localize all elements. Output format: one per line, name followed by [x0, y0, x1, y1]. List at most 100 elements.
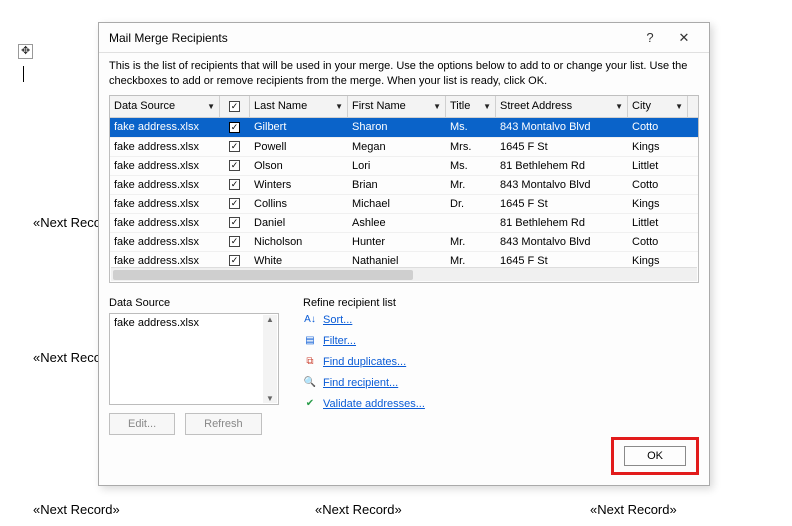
filter-icon: ▤ — [303, 334, 317, 348]
cell-title: Dr. — [446, 198, 496, 210]
cell-city: Kings — [628, 141, 688, 153]
mail-merge-recipients-dialog: Mail Merge Recipients ? ✕ This is the li… — [98, 22, 710, 486]
chevron-down-icon[interactable]: ▼ — [433, 102, 441, 111]
cell-checkbox[interactable]: ✓ — [220, 179, 250, 190]
cell-street-address: 81 Bethlehem Rd — [496, 217, 628, 229]
cell-data-source: fake address.xlsx — [110, 255, 220, 267]
cell-data-source: fake address.xlsx — [110, 236, 220, 248]
col-label: First Name — [352, 100, 406, 112]
table-row[interactable]: fake address.xlsx✓WintersBrianMr.843 Mon… — [110, 175, 698, 194]
cell-data-source: fake address.xlsx — [110, 198, 220, 210]
find-recipient-link[interactable]: Find recipient... — [323, 377, 398, 389]
cell-first-name: Megan — [348, 141, 446, 153]
cell-checkbox[interactable]: ✓ — [220, 236, 250, 247]
cell-city: Cotto — [628, 236, 688, 248]
checkbox-icon: ✓ — [229, 160, 240, 171]
recipients-grid: Data Source ▼ ✓ Last Name ▼ First Name ▼ Ti… — [109, 95, 699, 283]
grid-body: fake address.xlsx✓GilbertSharonMs.843 Mo… — [110, 118, 698, 270]
cell-title: Ms. — [446, 160, 496, 172]
cell-last-name: Olson — [250, 160, 348, 172]
cell-last-name: Powell — [250, 141, 348, 153]
cell-street-address: 843 Montalvo Blvd — [496, 179, 628, 191]
cell-last-name: White — [250, 255, 348, 267]
cell-data-source: fake address.xlsx — [110, 121, 220, 133]
col-last-name[interactable]: Last Name ▼ — [250, 96, 348, 117]
cell-checkbox[interactable]: ✓ — [220, 255, 250, 266]
cell-city: Cotto — [628, 179, 688, 191]
cell-last-name: Daniel — [250, 217, 348, 229]
cell-last-name: Collins — [250, 198, 348, 210]
merge-field: «Next Record» — [590, 502, 677, 517]
data-source-panel: Data Source fake address.xlsx ▲▼ Edit...… — [109, 297, 279, 435]
cell-city: Littlet — [628, 160, 688, 172]
dialog-title: Mail Merge Recipients — [109, 31, 633, 45]
chevron-up-icon: ▲ — [266, 315, 274, 324]
cell-street-address: 1645 F St — [496, 255, 628, 267]
filter-link[interactable]: Filter... — [323, 335, 356, 347]
validate-addresses-link[interactable]: Validate addresses... — [323, 398, 425, 410]
checkbox-icon: ✓ — [229, 255, 240, 266]
merge-field: «Next Record» — [315, 502, 402, 517]
col-label: Last Name — [254, 100, 307, 112]
cell-data-source: fake address.xlsx — [110, 217, 220, 229]
scroll-thumb[interactable] — [113, 270, 413, 280]
col-check-all[interactable]: ✓ — [220, 96, 250, 117]
cell-title: Ms. — [446, 121, 496, 133]
cell-last-name: Winters — [250, 179, 348, 191]
help-button[interactable]: ? — [633, 27, 667, 49]
refresh-button[interactable]: Refresh — [185, 413, 262, 435]
cell-street-address: 1645 F St — [496, 141, 628, 153]
checkbox-icon: ✓ — [229, 122, 240, 133]
table-row[interactable]: fake address.xlsx✓DanielAshlee81 Bethleh… — [110, 213, 698, 232]
chevron-down-icon[interactable]: ▼ — [335, 102, 343, 111]
table-row[interactable]: fake address.xlsx ✓ OlsonLoriMs.81 Bethleh… — [110, 156, 698, 175]
chevron-down-icon: ▼ — [266, 394, 274, 403]
close-button[interactable]: ✕ — [667, 27, 701, 49]
vertical-scrollbar[interactable]: ▲▼ — [263, 315, 277, 403]
cell-street-address: 843 Montalvo Blvd — [496, 121, 628, 133]
sort-icon: A↓ — [303, 313, 317, 327]
chevron-down-icon[interactable]: ▼ — [483, 102, 491, 111]
cell-first-name: Hunter — [348, 236, 446, 248]
table-row[interactable]: fake address.xlsx✓PowellMeganMrs.1645 F … — [110, 137, 698, 156]
cell-checkbox[interactable]: ✓ — [220, 198, 250, 209]
col-first-name[interactable]: First Name ▼ — [348, 96, 446, 117]
table-row[interactable]: fake address.xlsx✓NicholsonHunterMr.843 … — [110, 232, 698, 251]
table-row[interactable]: fake address.xlsx✓CollinsMichaelDr.1645 … — [110, 194, 698, 213]
ok-button[interactable]: OK — [624, 446, 686, 466]
list-item[interactable]: fake address.xlsx — [114, 317, 199, 329]
duplicates-icon: ⧉ — [303, 355, 317, 369]
horizontal-scrollbar[interactable] — [111, 267, 697, 281]
cell-title: Mr. — [446, 236, 496, 248]
cell-title: Mr. — [446, 255, 496, 267]
col-label: Data Source — [114, 100, 175, 112]
panel-title: Refine recipient list — [303, 297, 425, 309]
checkbox-icon: ✓ — [229, 141, 240, 152]
col-data-source[interactable]: Data Source ▼ — [110, 96, 220, 117]
edit-button[interactable]: Edit... — [109, 413, 175, 435]
data-source-list[interactable]: fake address.xlsx ▲▼ — [109, 313, 279, 405]
cell-first-name: Lori — [348, 160, 446, 172]
col-street-address[interactable]: Street Address ▼ — [496, 96, 628, 117]
chevron-down-icon[interactable]: ▼ — [675, 102, 683, 111]
col-label: Street Address — [500, 100, 572, 112]
col-city[interactable]: City▼ — [628, 96, 688, 117]
search-icon: 🔍 — [303, 376, 317, 390]
chevron-down-icon[interactable]: ▼ — [207, 102, 215, 111]
cell-checkbox[interactable]: ✓ — [220, 160, 250, 171]
ok-highlight: OK — [611, 437, 699, 475]
panel-title: Data Source — [109, 297, 279, 309]
cell-street-address: 81 Bethlehem Rd — [496, 160, 628, 172]
col-title[interactable]: Title▼ — [446, 96, 496, 117]
cell-city: Kings — [628, 255, 688, 267]
cell-data-source: fake address.xlsx — [110, 160, 220, 172]
table-row[interactable]: fake address.xlsx✓GilbertSharonMs.843 Mo… — [110, 118, 698, 137]
cell-checkbox[interactable]: ✓ — [220, 217, 250, 228]
cell-checkbox[interactable]: ✓ — [220, 122, 250, 133]
checkbox-icon: ✓ — [229, 198, 240, 209]
sort-link[interactable]: Sort... — [323, 314, 352, 326]
merge-field: «Next Reco — [33, 350, 101, 365]
cell-checkbox[interactable]: ✓ — [220, 141, 250, 152]
find-duplicates-link[interactable]: Find duplicates... — [323, 356, 406, 368]
chevron-down-icon[interactable]: ▼ — [615, 102, 623, 111]
